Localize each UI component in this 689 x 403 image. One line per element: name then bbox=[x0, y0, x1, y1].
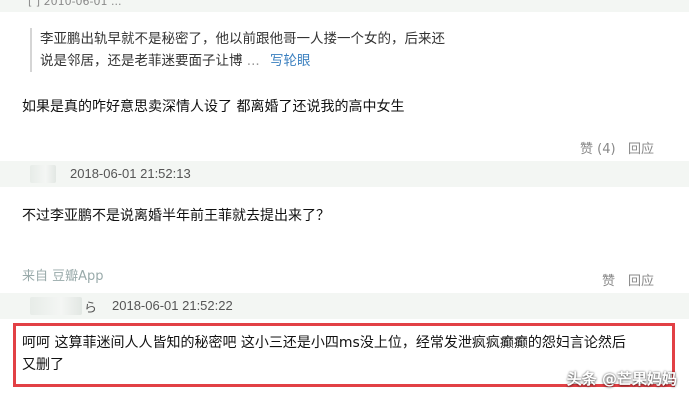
comment-source-2: 来自 豆瓣App bbox=[22, 269, 104, 284]
quote-line-2: 说是邻居，还是老菲迷要面子让博 bbox=[40, 53, 243, 69]
comment-time-3: 2018-06-01 21:52:22 bbox=[112, 298, 233, 313]
quote-author-link[interactable]: 写轮眼 bbox=[270, 53, 311, 69]
like-button-2[interactable]: 赞 bbox=[602, 270, 615, 289]
top-meta-text: [ ] 2010-06-01 ... bbox=[28, 0, 122, 8]
comment-body-2: 不过李亚鹏不是说离婚半年前王菲就去提出来了？ bbox=[22, 208, 330, 224]
reply-button-2[interactable]: 回应 bbox=[628, 270, 654, 289]
quoted-reply: 李亚鹏出轨早就不是秘密了，他以前跟他哥一人搂一个女的，后来还 说是邻居，还是老菲… bbox=[30, 28, 470, 72]
comment-body-3-line-1: 呵呵 这算菲迷间人人皆知的秘密吧 这小三还是小四ms没上位，经常发泄疯疯癫癫的怨… bbox=[22, 335, 626, 351]
comment-meta-bar-3 bbox=[0, 293, 689, 319]
comment-body-1: 如果是真的咋好意思卖深情人设了 都离婚了还说我的高中女生 bbox=[22, 99, 405, 115]
reply-button-1[interactable]: 回应 bbox=[628, 138, 654, 157]
user-name-tail: ら bbox=[84, 300, 98, 315]
comment-time-2: 2018-06-01 21:52:13 bbox=[70, 166, 191, 181]
quote-ellipsis: ... bbox=[246, 53, 260, 69]
like-button-1[interactable]: 赞 (4) bbox=[580, 138, 616, 157]
avatar[interactable] bbox=[30, 165, 56, 183]
quote-line-1: 李亚鹏出轨早就不是秘密了，他以前跟他哥一人搂一个女的，后来还 bbox=[40, 31, 445, 47]
user-name-blurred[interactable] bbox=[30, 297, 82, 315]
watermark: 头条 @芒果妈妈 bbox=[566, 370, 677, 388]
